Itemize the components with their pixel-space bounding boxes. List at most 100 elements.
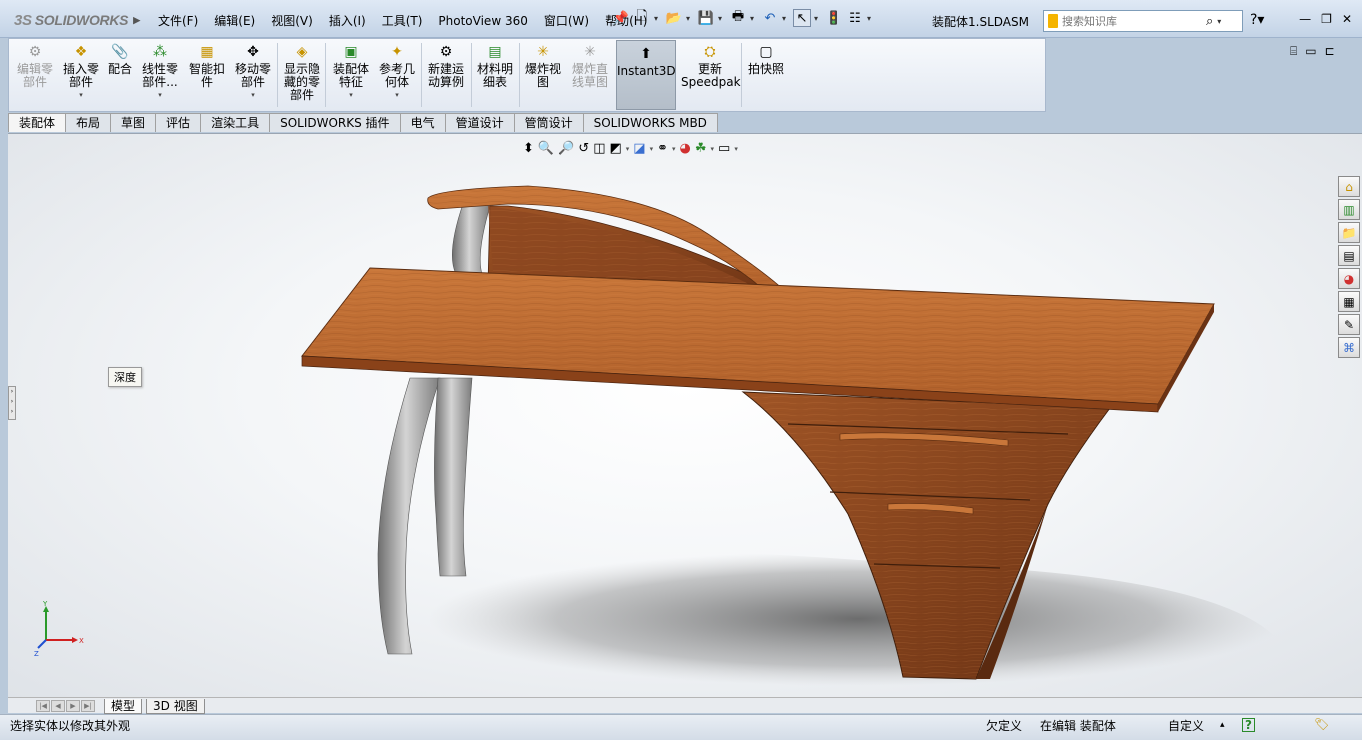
chevron-down-icon[interactable]: ▾ [375,89,419,102]
home-icon[interactable]: ⌂ [1338,176,1360,197]
print-icon[interactable]: 🖶 [729,9,747,27]
zoom-to-fit-icon[interactable]: 🔍 [538,141,554,156]
tab-assembly[interactable]: 装配体 [8,113,67,132]
appearances-icon[interactable]: ◕ [1338,268,1360,289]
chevron-down-icon[interactable]: ▾ [231,89,275,102]
edit-appearance-icon[interactable]: ◕ [680,141,691,156]
tab-electrical[interactable]: 电气 [399,113,446,132]
apply-scene-icon[interactable]: ☘ [695,141,707,156]
explode-line-sketch-button[interactable]: ✳ 爆炸直 线草图 [567,43,613,89]
desk-model[interactable] [8,134,1362,697]
save-icon[interactable]: 💾 [697,9,715,27]
chevron-down-icon[interactable]: ▾ [59,89,103,102]
pin-icon[interactable]: 📌 [612,9,630,27]
menu-insert[interactable]: 插入(I) [321,12,374,30]
menu-expand-icon[interactable]: ▶ [133,15,140,26]
rebuild-traffic-light-icon[interactable]: 🚦 [825,9,843,27]
maximize-icon[interactable]: ❐ [1321,12,1332,26]
options-icon[interactable]: ☷ [846,9,864,27]
tab-layout[interactable]: 布局 [65,113,112,132]
menu-edit[interactable]: 编辑(E) [206,12,263,30]
view-settings-icon[interactable]: ▭ [718,141,730,156]
open-folder-icon[interactable]: 📂 [665,9,683,27]
prev-tab-icon[interactable]: ◀ [51,700,65,712]
linear-pattern-button[interactable]: ⁂ 线性零 部件... ▾ [137,43,183,102]
search-knowledge-base[interactable]: ⌕ ▾ [1043,10,1243,32]
undo-dropdown-icon[interactable]: ▾ [782,14,790,23]
tab-piping[interactable]: 管道设计 [444,113,515,132]
select-dropdown-icon[interactable]: ▾ [814,14,822,23]
open-dropdown-icon[interactable]: ▾ [686,14,694,23]
tab-evaluate[interactable]: 评估 [155,113,202,132]
menu-view[interactable]: 视图(V) [263,12,321,30]
chevron-down-icon[interactable]: ▾ [137,89,183,102]
next-tab-icon[interactable]: ▶ [66,700,80,712]
dynamic-annotation-icon[interactable]: ◩ [609,141,621,156]
menu-window[interactable]: 窗口(W) [536,12,597,30]
layout-icon[interactable]: ⌸ [1290,44,1297,59]
new-motion-study-button[interactable]: ⚙ 新建运 动算例 [423,43,469,89]
edit-component-button[interactable]: ⚙ 编辑零 部件 [13,43,57,89]
view-orientation-icon[interactable]: ⬍ [523,141,534,156]
take-snapshot-button[interactable]: ▢ 拍快照 [745,43,787,76]
display-style-icon[interactable]: ⚭ [657,141,668,156]
help-icon[interactable]: ?▾ [1250,12,1264,28]
select-cursor-icon[interactable]: ↖ [793,9,811,27]
new-dropdown-icon[interactable]: ▾ [654,14,662,23]
graphics-area[interactable]: ◧ ◨ — ❐ ✕ ⬍ 🔍 🔎 ↺ ◫ ◩▾ ◪▾ ⚭▾ ◕ ☘▾ ▭▾ ⌂ ▥… [8,133,1362,697]
resources-icon[interactable]: ▥ [1338,199,1360,220]
custom-properties-icon[interactable]: ▦ [1338,291,1360,312]
back-leg-upper[interactable] [452,203,491,275]
zoom-to-area-icon[interactable]: 🔎 [558,141,574,156]
solidworks-logo[interactable]: 3S SOLIDWORKS ▶ [14,10,140,30]
feature-manager-expand-handle[interactable]: › › › [8,386,16,420]
tab-3d-view[interactable]: 3D 视图 [146,699,205,714]
insert-components-button[interactable]: ❖ 插入零 部件 ▾ [59,43,103,102]
smart-fasteners-button[interactable]: ▦ 智能扣 件 [185,43,229,89]
move-component-button[interactable]: ✥ 移动零 部件 ▾ [231,43,275,102]
unit-system[interactable]: 自定义 [1168,717,1204,734]
tab-model[interactable]: 模型 [104,699,143,714]
front-leg-left[interactable] [377,377,441,655]
tab-tubing[interactable]: 管筒设计 [513,113,584,132]
assembly-features-button[interactable]: ▣ 装配体 特征 ▾ [329,43,373,102]
solidworks-forum-icon[interactable]: ⌘ [1338,337,1360,358]
tab-addins[interactable]: SOLIDWORKS 插件 [269,113,401,132]
first-tab-icon[interactable]: |◀ [36,700,50,712]
chevron-down-icon[interactable]: ▾ [329,89,373,102]
chevron-down-icon[interactable]: ▾ [734,145,738,153]
file-explorer-icon[interactable]: ▤ [1338,245,1360,266]
save-dropdown-icon[interactable]: ▾ [718,14,726,23]
bill-of-materials-button[interactable]: ▤ 材料明 细表 [473,43,517,89]
last-tab-icon[interactable]: ▶| [81,700,95,712]
chevron-down-icon[interactable]: ▾ [650,145,654,153]
front-leg-right[interactable] [434,377,473,577]
units-dropdown-icon[interactable]: ▴ [1220,720,1225,730]
tag-icon[interactable]: 🏷 [1314,717,1329,731]
previous-view-icon[interactable]: ↺ [578,141,589,156]
design-library-icon[interactable]: 📁 [1338,222,1360,243]
stair-icon[interactable]: ⊏ [1325,44,1335,59]
print-dropdown-icon[interactable]: ▾ [750,14,758,23]
exploded-view-button[interactable]: ✳ 爆炸视 图 [521,43,565,89]
view-orientation-cube-icon[interactable]: ◪ [633,141,645,156]
search-icon[interactable]: ⌕ [1206,14,1213,29]
search-input[interactable] [1062,14,1202,28]
tab-render-tools[interactable]: 渲染工具 [200,113,271,132]
instant3d-button[interactable]: ⬆ Instant3D [616,40,676,110]
chevron-down-icon[interactable]: ▾ [626,145,630,153]
section-view-icon[interactable]: ◫ [593,141,605,156]
chevron-down-icon[interactable]: ▾ [711,145,715,153]
menu-photoview[interactable]: PhotoView 360 [430,12,535,30]
tab-mbd[interactable]: SOLIDWORKS MBD [582,113,718,132]
reference-geometry-button[interactable]: ✦ 参考几 何体 ▾ [375,43,419,102]
undo-icon[interactable]: ↶ [761,9,779,27]
minimize-icon[interactable]: — [1299,12,1311,26]
options-dropdown-icon[interactable]: ▾ [867,14,875,23]
chevron-down-icon[interactable]: ▾ [672,145,676,153]
mate-button[interactable]: 📎 配合 [105,43,135,76]
update-speedpak-button[interactable]: ⛭ 更新 Speedpak [681,43,741,89]
menu-file[interactable]: 文件(F) [150,12,206,30]
dock-icon[interactable]: ▭ [1305,44,1316,59]
help-status-icon[interactable]: ? [1242,718,1255,732]
